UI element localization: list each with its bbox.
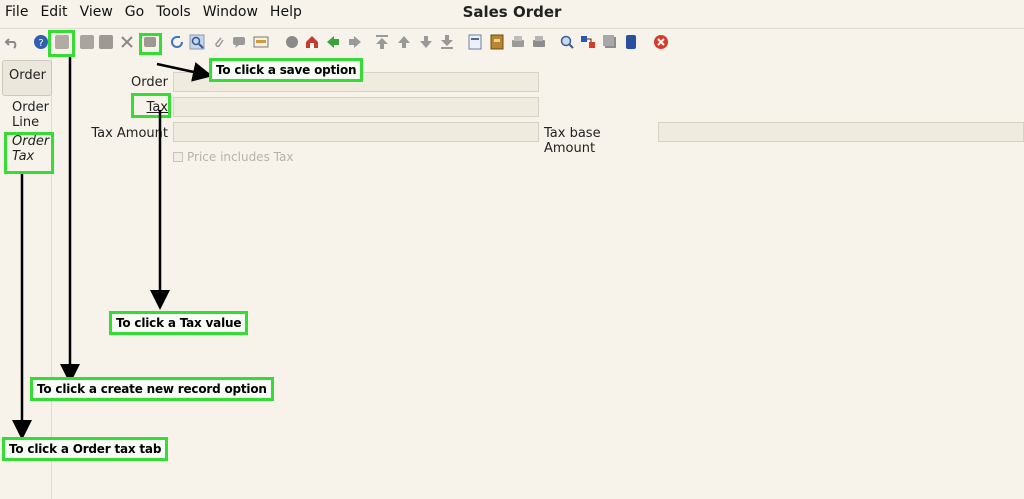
product-info-icon[interactable]	[601, 33, 619, 51]
price-includes-tax-label: Price includes Tax	[187, 150, 294, 164]
menu-edit[interactable]: Edit	[34, 4, 73, 20]
annotation-order-tax-tab: To click a Order tax tab	[2, 437, 169, 461]
menu-view[interactable]: View	[74, 4, 119, 20]
tax-field[interactable]	[173, 97, 539, 117]
highlight-order-tax-tab	[4, 132, 54, 174]
highlight-tax-label	[131, 93, 171, 118]
report-icon[interactable]	[283, 33, 301, 51]
first-record-icon[interactable]	[373, 33, 391, 51]
tab-order[interactable]: Order	[2, 60, 52, 96]
workflow-icon[interactable]	[622, 33, 640, 51]
refresh-icon[interactable]	[168, 33, 186, 51]
tab-order-line[interactable]: Order Line	[2, 100, 49, 130]
tax-base-amount-field[interactable]	[658, 122, 1024, 142]
highlight-new-record	[48, 30, 75, 57]
menu-bar: File Edit View Go Tools Window Help	[0, 0, 1024, 24]
requests-icon[interactable]	[579, 33, 597, 51]
annotation-tax-value: To click a Tax value	[109, 311, 249, 335]
archive-icon[interactable]	[488, 33, 506, 51]
menu-file[interactable]: File	[0, 4, 34, 20]
tab-panel: Order Order Line Order Tax	[0, 58, 52, 499]
tax-amount-label: Tax Amount	[91, 126, 168, 141]
zoom-across-icon[interactable]	[558, 33, 576, 51]
annotation-create-new-record: To click a create new record option	[30, 377, 274, 401]
print-preview-icon[interactable]	[509, 33, 527, 51]
highlight-save	[139, 33, 162, 55]
chat-icon[interactable]	[230, 33, 248, 51]
print-icon[interactable]	[530, 33, 548, 51]
delete-icon[interactable]	[97, 33, 115, 51]
tax-amount-field[interactable]	[173, 122, 539, 142]
previous-record-icon[interactable]	[395, 33, 413, 51]
copy-icon[interactable]	[78, 33, 96, 51]
svg-text:?: ?	[38, 38, 43, 49]
back-icon[interactable]	[324, 33, 342, 51]
annotation-save: To click a save option	[209, 58, 364, 82]
menu-window[interactable]: Window	[197, 4, 264, 20]
menu-go[interactable]: Go	[119, 4, 150, 20]
end-window-icon[interactable]	[652, 33, 670, 51]
last-record-icon[interactable]	[438, 33, 456, 51]
price-includes-tax-checkbox[interactable]: Price includes Tax	[173, 150, 293, 164]
forward-icon[interactable]	[346, 33, 364, 51]
order-label: Order	[131, 75, 168, 90]
next-record-icon[interactable]	[417, 33, 435, 51]
menu-help[interactable]: Help	[264, 4, 308, 20]
checkbox-box[interactable]	[173, 152, 183, 162]
menu-tools[interactable]: Tools	[150, 4, 197, 20]
find-icon[interactable]	[188, 33, 206, 51]
detail-icon[interactable]	[466, 33, 484, 51]
cut-icon[interactable]	[118, 33, 136, 51]
home-icon[interactable]	[303, 33, 321, 51]
attachment-icon[interactable]	[210, 33, 228, 51]
history-icon[interactable]	[252, 33, 270, 51]
tax-base-amount-label: Tax base Amount	[544, 126, 601, 156]
undo-icon[interactable]	[3, 33, 21, 51]
